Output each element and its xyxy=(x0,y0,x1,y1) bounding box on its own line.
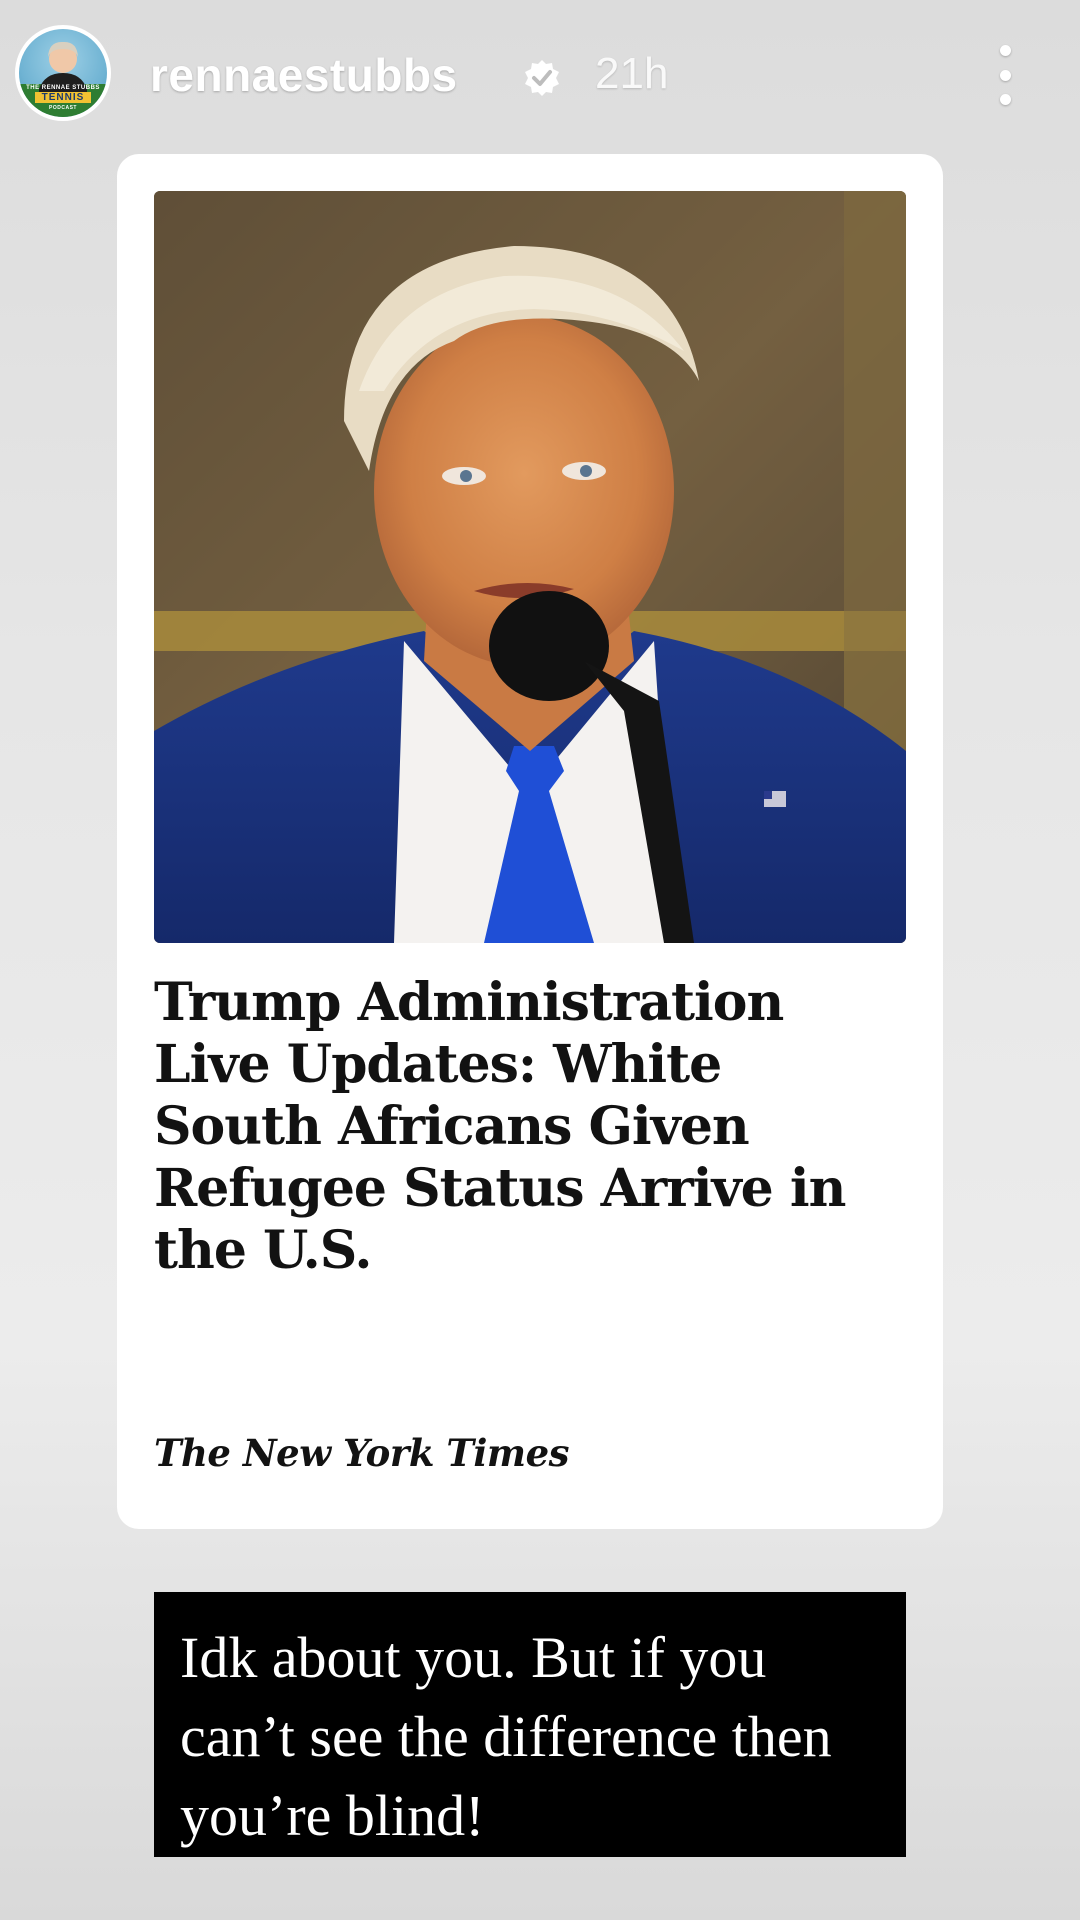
username[interactable]: rennaestubbs xyxy=(150,48,458,102)
avatar-text-main: TENNIS xyxy=(35,92,91,103)
story-caption-box: Idk about you. But if you can’t see the … xyxy=(154,1592,906,1857)
avatar-text-bottom: PODCAST xyxy=(49,105,77,111)
more-vertical-icon[interactable] xyxy=(990,45,1020,105)
article-headline: Trump Administration Live Updates: White… xyxy=(154,972,846,1281)
avatar[interactable]: THE RENNAE STUBBS TENNIS PODCAST xyxy=(15,25,111,121)
avatar-text-top: THE RENNAE STUBBS xyxy=(26,85,100,91)
story-header: THE RENNAE STUBBS TENNIS PODCAST rennaes… xyxy=(0,0,1080,150)
article-photo-illustration xyxy=(154,191,906,943)
publisher-logo: The New York Times xyxy=(154,1431,569,1475)
avatar-image: THE RENNAE STUBBS TENNIS PODCAST xyxy=(19,29,107,117)
menu-dot xyxy=(999,94,1011,105)
story-caption-text: Idk about you. But if you can’t see the … xyxy=(180,1625,832,1848)
article-photo xyxy=(154,191,906,943)
verified-badge-icon xyxy=(525,60,559,96)
avatar-portrait-icon xyxy=(19,41,107,117)
instagram-story[interactable]: THE RENNAE STUBBS TENNIS PODCAST rennaes… xyxy=(0,0,1080,1920)
shared-article-card[interactable]: Trump Administration Live Updates: White… xyxy=(117,154,943,1529)
menu-dot xyxy=(999,69,1011,81)
menu-dot xyxy=(999,45,1011,56)
post-timestamp: 21h xyxy=(595,49,669,98)
